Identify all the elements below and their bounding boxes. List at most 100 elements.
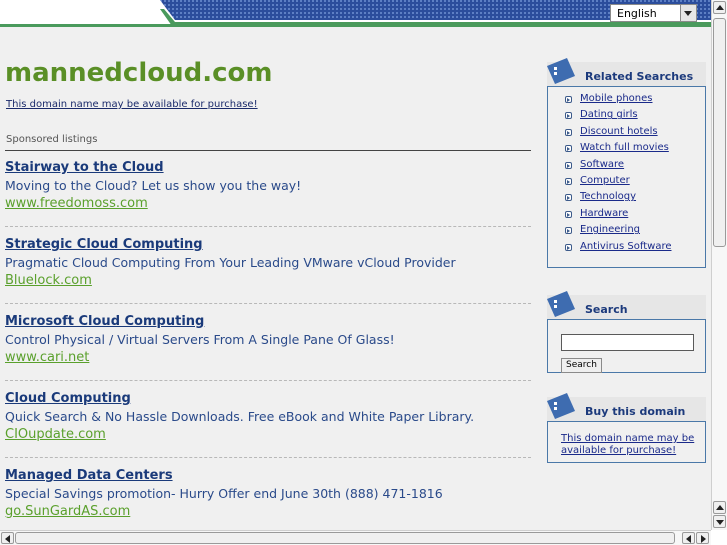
arrow-bullet-icon (565, 227, 572, 235)
language-select-value: English (617, 7, 657, 20)
related-search-link[interactable]: Technology (580, 191, 636, 202)
list-item: Dating girls (548, 109, 705, 125)
scroll-down-button[interactable] (713, 515, 726, 528)
buy-domain-link[interactable]: This domain name may be available for pu… (561, 433, 701, 457)
list-item: Technology (548, 191, 705, 207)
listing-title-link[interactable]: Managed Data Centers (5, 468, 531, 483)
scroll-left-button[interactable] (682, 532, 695, 544)
listing-separator (5, 303, 531, 304)
arrow-right-icon (701, 535, 706, 543)
listing-description: Quick Search & No Hassle Downloads. Free… (5, 409, 475, 424)
scroll-up-button[interactable] (713, 501, 726, 514)
box-header: Buy this domain (547, 393, 706, 421)
scroll-left-button[interactable] (1, 532, 14, 544)
box-title: Related Searches (585, 70, 694, 83)
list-item: Hardware (548, 208, 705, 224)
page-viewport: English mannedcloud.com This domain name… (0, 0, 711, 530)
divider (5, 150, 531, 151)
arrow-bullet-icon (565, 194, 572, 202)
arrow-bullet-icon (565, 177, 572, 185)
language-select[interactable]: English (610, 4, 697, 22)
header-bar: English (0, 0, 711, 27)
listing-separator (5, 226, 531, 227)
search-body: Search (547, 319, 706, 373)
related-search-link[interactable]: Watch full movies (580, 142, 669, 153)
sponsored-listings-label: Sponsored listings (6, 134, 98, 145)
search-button[interactable]: Search (561, 358, 602, 373)
horizontal-scrollbar[interactable] (0, 530, 711, 545)
search-box: Search Search (540, 291, 706, 373)
box-header: Search (547, 291, 706, 319)
related-search-link[interactable]: Discount hotels (580, 126, 658, 137)
arrow-left-icon (686, 535, 691, 543)
list-item: Antivirus Software (548, 241, 705, 257)
arrow-up-icon (716, 5, 724, 10)
folder-tab-icon (547, 393, 575, 419)
horizontal-scroll-thumb[interactable] (15, 532, 675, 544)
listing-title-link[interactable]: Stairway to the Cloud (5, 160, 531, 175)
listing-separator (5, 380, 531, 381)
box-title: Buy this domain (585, 405, 686, 418)
sponsored-listing: Microsoft Cloud Computing Control Physic… (5, 314, 531, 365)
arrow-bullet-icon (565, 128, 572, 136)
arrow-down-icon (716, 520, 724, 525)
related-searches-body: Mobile phones Dating girls Discount hote… (547, 86, 706, 268)
related-searches-box: Related Searches Mobile phones Dating gi… (540, 58, 706, 270)
box-title: Search (585, 303, 628, 316)
sponsored-listing: Strategic Cloud Computing Pragmatic Clou… (5, 237, 531, 288)
list-item: Engineering (548, 224, 705, 240)
sponsored-listing: Stairway to the Cloud Moving to the Clou… (5, 160, 531, 211)
listing-separator (5, 457, 531, 458)
sponsored-listing: Cloud Computing Quick Search & No Hassle… (5, 391, 531, 442)
related-search-link[interactable]: Engineering (580, 224, 640, 235)
buy-domain-body: This domain name may be available for pu… (547, 421, 706, 463)
listing-title-link[interactable]: Cloud Computing (5, 391, 531, 406)
listing-description: Special Savings promotion- Hurry Offer e… (5, 486, 443, 501)
related-searches-list: Mobile phones Dating girls Discount hote… (548, 87, 705, 257)
listing-title-link[interactable]: Strategic Cloud Computing (5, 237, 531, 252)
related-search-link[interactable]: Antivirus Software (580, 241, 672, 252)
list-item: Mobile phones (548, 93, 705, 109)
related-search-link[interactable]: Mobile phones (580, 93, 653, 104)
listing-title-link[interactable]: Microsoft Cloud Computing (5, 314, 531, 329)
arrow-left-icon (5, 535, 10, 543)
list-item: Computer (548, 175, 705, 191)
search-input[interactable] (561, 334, 694, 351)
domain-title: mannedcloud.com (5, 58, 273, 88)
listing-description: Pragmatic Cloud Computing From Your Lead… (5, 255, 456, 270)
chevron-down-icon[interactable] (680, 5, 696, 21)
listing-url-link[interactable]: CIOupdate.com (5, 427, 531, 442)
domain-available-link[interactable]: This domain name may be available for pu… (6, 99, 258, 110)
scrollbar-corner (711, 530, 727, 545)
related-search-link[interactable]: Computer (580, 175, 630, 186)
list-item: Discount hotels (548, 126, 705, 142)
box-header: Related Searches (547, 58, 706, 86)
scroll-right-button[interactable] (696, 532, 709, 544)
arrow-up-icon (716, 505, 724, 510)
buy-domain-box: Buy this domain This domain name may be … (540, 393, 706, 463)
scroll-up-button[interactable] (713, 1, 726, 14)
folder-tab-icon (547, 291, 575, 317)
listing-url-link[interactable]: www.cari.net (5, 350, 531, 365)
sponsored-listing: Managed Data Centers Special Savings pro… (5, 468, 531, 519)
vertical-scrollbar[interactable] (711, 0, 727, 530)
list-item: Watch full movies (548, 142, 705, 158)
related-search-link[interactable]: Software (580, 159, 624, 170)
header-pattern (0, 0, 711, 27)
arrow-bullet-icon (565, 112, 572, 120)
listing-url-link[interactable]: go.SunGardAS.com (5, 504, 531, 519)
arrow-bullet-icon (565, 145, 572, 153)
listing-description: Moving to the Cloud? Let us show you the… (5, 178, 302, 193)
listing-description: Control Physical / Virtual Servers From … (5, 332, 395, 347)
list-item: Software (548, 159, 705, 175)
arrow-bullet-icon (565, 210, 572, 218)
related-search-link[interactable]: Hardware (580, 208, 628, 219)
arrow-bullet-icon (565, 96, 572, 103)
listing-url-link[interactable]: www.freedomoss.com (5, 196, 531, 211)
listing-url-link[interactable]: Bluelock.com (5, 273, 531, 288)
folder-tab-icon (547, 58, 575, 84)
arrow-bullet-icon (565, 161, 572, 169)
vertical-scroll-thumb[interactable] (713, 18, 726, 247)
arrow-bullet-icon (565, 243, 572, 251)
related-search-link[interactable]: Dating girls (580, 109, 638, 120)
